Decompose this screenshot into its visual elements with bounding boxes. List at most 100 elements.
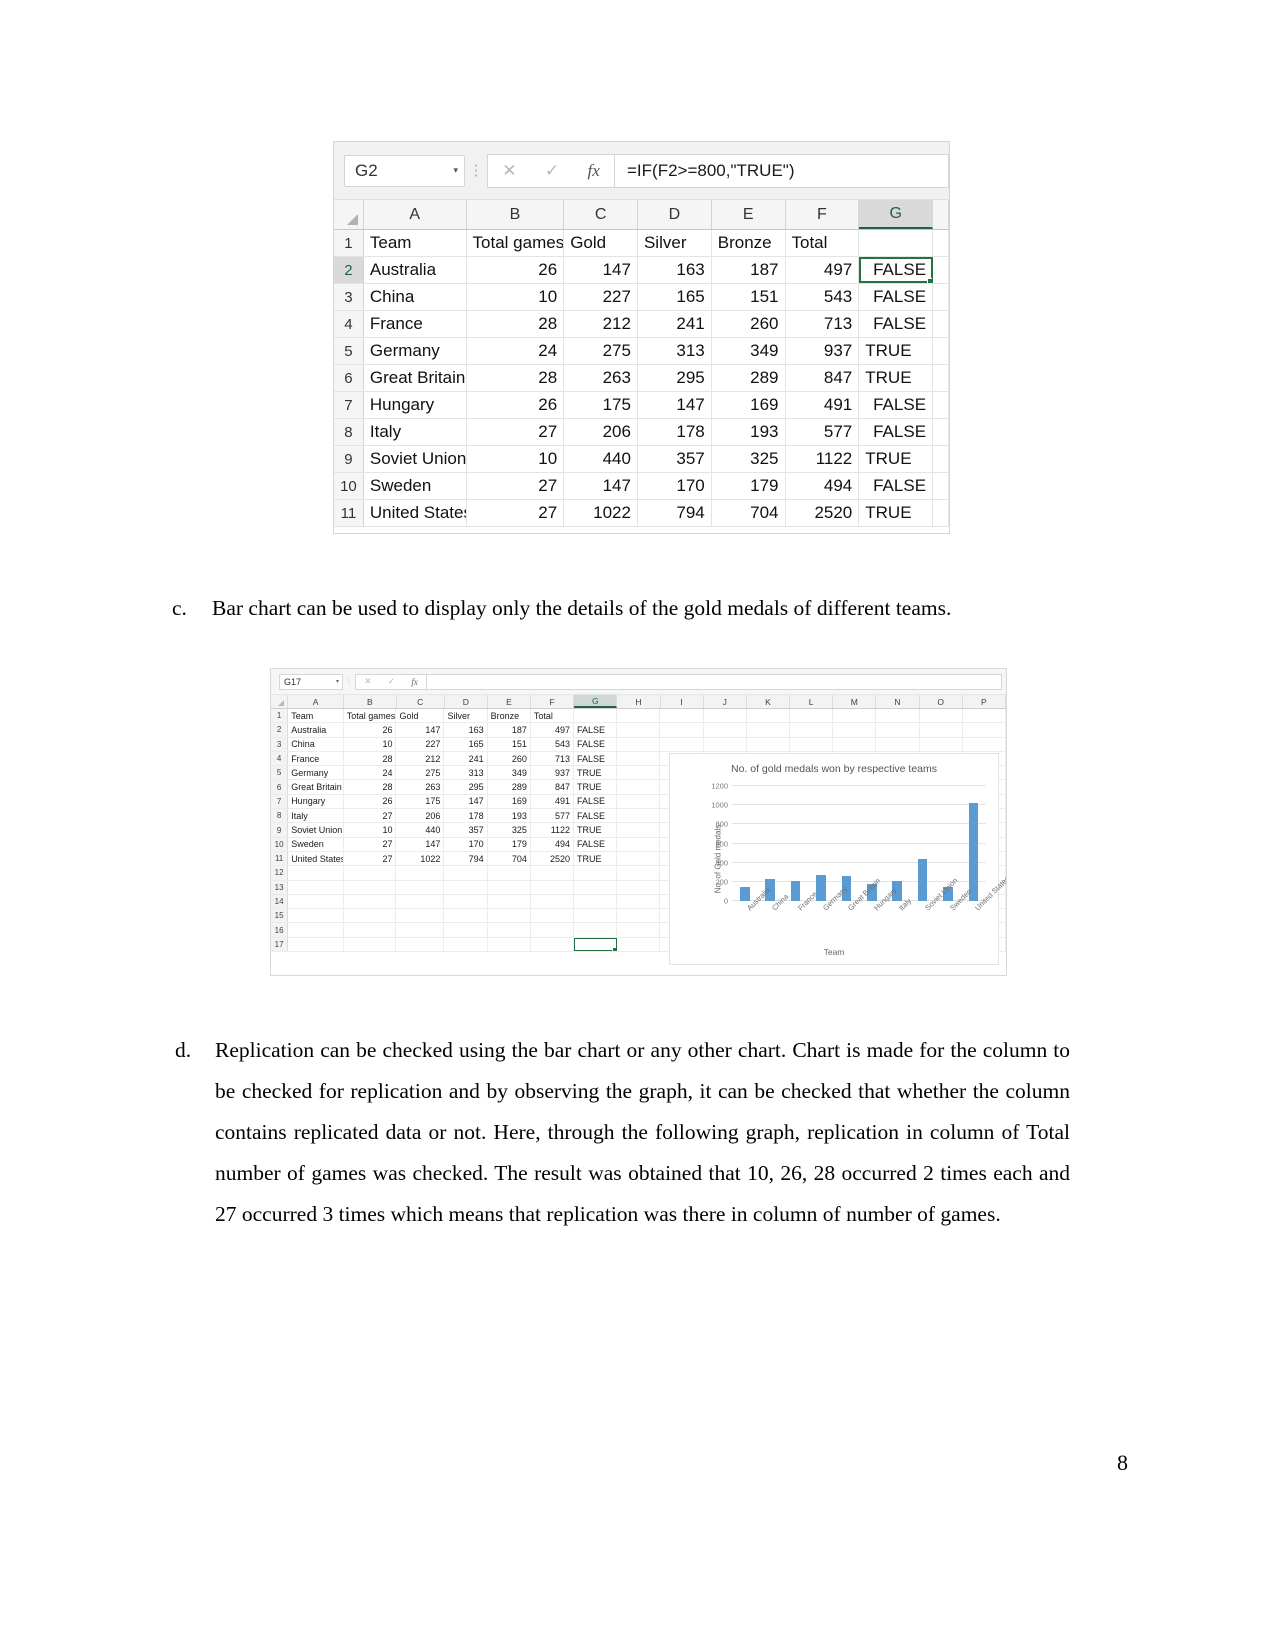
chart-bar[interactable] bbox=[968, 803, 979, 901]
cell2-d17[interactable] bbox=[444, 937, 488, 952]
column-header-a[interactable]: A bbox=[363, 200, 467, 229]
cell2-d3[interactable]: 165 bbox=[444, 737, 488, 751]
column-header-2-m[interactable]: M bbox=[833, 695, 877, 708]
cell-f8[interactable]: 577 bbox=[785, 419, 860, 445]
column-header-2-l[interactable]: L bbox=[790, 695, 834, 708]
cell-f9[interactable]: 1122 bbox=[785, 446, 860, 472]
cell2-p1[interactable] bbox=[962, 709, 1006, 723]
cell-f5[interactable]: 937 bbox=[785, 338, 860, 364]
cell2-d16[interactable] bbox=[444, 923, 488, 937]
cell2-e17[interactable] bbox=[487, 937, 531, 952]
cell2-g10[interactable]: FALSE bbox=[574, 837, 618, 851]
row-header-11[interactable]: 11 bbox=[334, 500, 364, 526]
cell2-e1[interactable]: Bronze bbox=[487, 709, 531, 723]
cell2-a16[interactable] bbox=[288, 923, 344, 937]
cell-g3[interactable]: FALSE bbox=[859, 284, 934, 310]
cell2-l3[interactable] bbox=[790, 737, 834, 751]
cell2-b11[interactable]: 27 bbox=[343, 851, 397, 866]
column-header-2-f[interactable]: F bbox=[531, 695, 575, 708]
cell-f1[interactable]: Total bbox=[785, 230, 860, 256]
cell2-e13[interactable] bbox=[487, 880, 531, 894]
cancel-icon-2[interactable]: ✕ bbox=[364, 676, 372, 687]
cell2-c13[interactable] bbox=[396, 880, 445, 894]
cell2-e16[interactable] bbox=[487, 923, 531, 937]
chevron-down-icon[interactable]: ▾ bbox=[453, 165, 458, 176]
cell2-i1[interactable] bbox=[660, 709, 704, 723]
cell2-f16[interactable] bbox=[530, 923, 575, 937]
cell2-f3[interactable]: 543 bbox=[530, 737, 575, 751]
cell2-g11[interactable]: TRUE bbox=[574, 851, 618, 866]
cell-e1[interactable]: Bronze bbox=[711, 230, 786, 256]
cell2-o1[interactable] bbox=[919, 709, 963, 723]
cell2-b2[interactable]: 26 bbox=[343, 723, 397, 737]
cell-c5[interactable]: 275 bbox=[564, 338, 638, 364]
cell-e3[interactable]: 151 bbox=[711, 284, 786, 310]
cell2-d11[interactable]: 794 bbox=[444, 851, 488, 866]
cell2-e7[interactable]: 169 bbox=[487, 794, 531, 809]
cell2-f10[interactable]: 494 bbox=[530, 837, 575, 851]
cell-f7[interactable]: 491 bbox=[785, 392, 860, 418]
cell-d8[interactable]: 178 bbox=[637, 419, 712, 445]
cell-h4[interactable] bbox=[933, 311, 949, 337]
cell-b4[interactable]: 28 bbox=[466, 311, 565, 337]
cell2-b15[interactable] bbox=[343, 909, 397, 923]
cell2-d6[interactable]: 295 bbox=[444, 780, 488, 794]
cell-b3[interactable]: 10 bbox=[466, 284, 565, 310]
cell-d11[interactable]: 794 bbox=[637, 500, 712, 526]
cell2-f14[interactable] bbox=[530, 894, 575, 909]
cell2-b13[interactable] bbox=[343, 880, 397, 894]
cell-d9[interactable]: 357 bbox=[637, 446, 712, 472]
row-header-2-15[interactable]: 15 bbox=[271, 909, 289, 923]
cell2-d15[interactable] bbox=[444, 909, 488, 923]
cell2-c12[interactable] bbox=[396, 866, 445, 880]
cell-g9[interactable]: TRUE bbox=[859, 446, 934, 472]
cell2-h9[interactable] bbox=[617, 823, 661, 837]
cell2-e12[interactable] bbox=[487, 866, 531, 880]
column-header-f[interactable]: F bbox=[785, 200, 860, 229]
cell2-c1[interactable]: Gold bbox=[396, 709, 445, 723]
cell2-b4[interactable]: 28 bbox=[343, 751, 397, 766]
cell2-h15[interactable] bbox=[617, 909, 661, 923]
cell-d7[interactable]: 147 bbox=[637, 392, 712, 418]
cell-a4[interactable]: France bbox=[363, 311, 467, 337]
column-header-2-g[interactable]: G bbox=[574, 695, 618, 708]
row-header-2-7[interactable]: 7 bbox=[271, 794, 289, 809]
cell2-n1[interactable] bbox=[876, 709, 920, 723]
cell2-m2[interactable] bbox=[833, 723, 877, 737]
column-header-c[interactable]: C bbox=[564, 200, 639, 229]
cell2-g1[interactable] bbox=[574, 709, 618, 723]
cell-a11[interactable]: United States bbox=[363, 500, 467, 526]
cell2-d10[interactable]: 170 bbox=[444, 837, 488, 851]
cell2-b7[interactable]: 26 bbox=[343, 794, 397, 809]
cell2-d9[interactable]: 357 bbox=[444, 823, 488, 837]
cell2-d2[interactable]: 163 bbox=[444, 723, 488, 737]
cell2-g15[interactable] bbox=[574, 909, 618, 923]
column-header-2-i[interactable]: I bbox=[660, 695, 704, 708]
cell2-c7[interactable]: 175 bbox=[396, 794, 445, 809]
cell-b11[interactable]: 27 bbox=[466, 500, 565, 526]
cell2-h3[interactable] bbox=[617, 737, 661, 751]
cell2-n2[interactable] bbox=[876, 723, 920, 737]
cell2-d13[interactable] bbox=[444, 880, 488, 894]
cell2-c10[interactable]: 147 bbox=[396, 837, 445, 851]
cell-f10[interactable]: 494 bbox=[785, 473, 860, 499]
menu-icon-2[interactable]: ⋮ bbox=[343, 677, 355, 686]
cell-c11[interactable]: 1022 bbox=[564, 500, 638, 526]
row-header-2-6[interactable]: 6 bbox=[271, 780, 289, 794]
cell2-g7[interactable]: FALSE bbox=[574, 794, 618, 809]
cell2-e2[interactable]: 187 bbox=[487, 723, 531, 737]
cell-d1[interactable]: Silver bbox=[637, 230, 712, 256]
cell-b2[interactable]: 26 bbox=[466, 257, 565, 283]
cell-e6[interactable]: 289 bbox=[711, 365, 786, 391]
cell-a7[interactable]: Hungary bbox=[363, 392, 467, 418]
cell2-k2[interactable] bbox=[746, 723, 791, 737]
cell-a6[interactable]: Great Britain bbox=[363, 365, 467, 391]
function-icon-2[interactable]: fx bbox=[411, 677, 418, 687]
row-header-3[interactable]: 3 bbox=[334, 284, 364, 310]
cell2-h16[interactable] bbox=[617, 923, 661, 937]
column-header-2-c[interactable]: C bbox=[396, 695, 445, 708]
cell-a1[interactable]: Team bbox=[363, 230, 467, 256]
cell2-b9[interactable]: 10 bbox=[343, 823, 397, 837]
cell2-m1[interactable] bbox=[833, 709, 877, 723]
row-header-10[interactable]: 10 bbox=[334, 473, 364, 499]
